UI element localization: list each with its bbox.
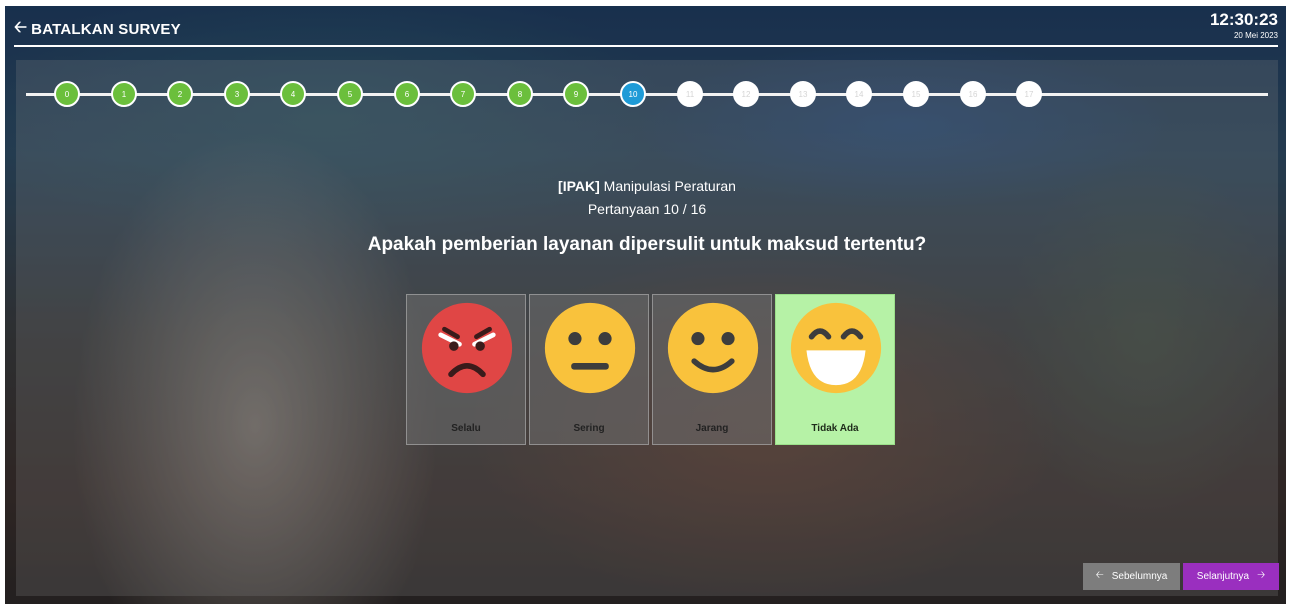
survey-panel: 0 1 2 3 4 5 6 7 8 9 10 11 12 13 14 15 16 17 [IPAK] Manipu…	[16, 60, 1278, 596]
option-selalu[interactable]: Selalu	[406, 294, 526, 445]
step-6[interactable]: 6	[394, 81, 420, 107]
step-17[interactable]: 17	[1016, 81, 1042, 107]
step-11[interactable]: 11	[677, 81, 703, 107]
top-bar: 🡠 BATALKAN SURVEY 12:30:23 20 Mei 2023	[5, 6, 1286, 46]
next-button-label: Selanjutnya	[1196, 571, 1250, 582]
previous-button-label: Sebelumnya	[1111, 571, 1168, 582]
grinning-face-icon	[790, 302, 882, 394]
step-3[interactable]: 3	[224, 81, 250, 107]
clock-date: 20 Mei 2023	[1233, 31, 1278, 40]
smiling-face-icon	[667, 302, 759, 394]
answer-options: Selalu Sering Jarang Tidak Ada	[406, 294, 898, 445]
option-label: Tidak Ada	[811, 423, 859, 434]
question-text: Apakah pemberian layanan dipersulit untu…	[367, 234, 927, 255]
next-button[interactable]: Selanjutnya 🡢	[1183, 563, 1279, 590]
step-1[interactable]: 1	[111, 81, 137, 107]
question-category: [IPAK] Manipulasi Peraturan	[16, 178, 1278, 194]
step-8[interactable]: 8	[507, 81, 533, 107]
option-jarang[interactable]: Jarang	[652, 294, 772, 445]
survey-screen: 🡠 BATALKAN SURVEY 12:30:23 20 Mei 2023 0…	[5, 6, 1286, 604]
step-4[interactable]: 4	[280, 81, 306, 107]
clock-time: 12:30:23	[1209, 10, 1278, 29]
step-0[interactable]: 0	[54, 81, 80, 107]
arrow-left-icon: 🡠	[14, 19, 28, 36]
category-tag: [IPAK]	[558, 178, 600, 194]
option-label: Jarang	[695, 423, 729, 434]
step-10[interactable]: 10	[620, 81, 646, 107]
previous-button[interactable]: 🡠 Sebelumnya	[1083, 563, 1180, 590]
option-sering[interactable]: Sering	[529, 294, 649, 445]
step-13[interactable]: 13	[790, 81, 816, 107]
question-stepper: 0 1 2 3 4 5 6 7 8 9 10 11 12 13 14 15 16 17	[26, 76, 1268, 112]
arrow-left-icon: 🡠	[1095, 570, 1104, 581]
step-5[interactable]: 5	[337, 81, 363, 107]
arrow-right-icon: 🡢	[1257, 570, 1266, 581]
navigation-buttons: 🡠 Sebelumnya Selanjutnya 🡢	[1083, 563, 1279, 590]
cancel-survey-label: BATALKAN SURVEY	[31, 21, 181, 38]
stepper-track	[26, 93, 1268, 96]
clock: 12:30:23 20 Mei 2023	[1210, 10, 1278, 42]
question-progress: Pertanyaan 10 / 16	[587, 201, 707, 217]
angry-face-icon	[421, 302, 513, 394]
step-16[interactable]: 16	[960, 81, 986, 107]
step-2[interactable]: 2	[167, 81, 193, 107]
neutral-face-icon	[544, 302, 636, 394]
step-12[interactable]: 12	[733, 81, 759, 107]
category-name: Manipulasi Peraturan	[603, 178, 736, 194]
step-9[interactable]: 9	[563, 81, 589, 107]
step-7[interactable]: 7	[450, 81, 476, 107]
cancel-survey-button[interactable]: 🡠 BATALKAN SURVEY	[14, 16, 181, 43]
option-label: Selalu	[451, 423, 481, 434]
option-label: Sering	[573, 423, 605, 434]
step-15[interactable]: 15	[903, 81, 929, 107]
header-divider	[14, 45, 1278, 47]
option-tidak-ada[interactable]: Tidak Ada	[775, 294, 895, 445]
step-14[interactable]: 14	[846, 81, 872, 107]
